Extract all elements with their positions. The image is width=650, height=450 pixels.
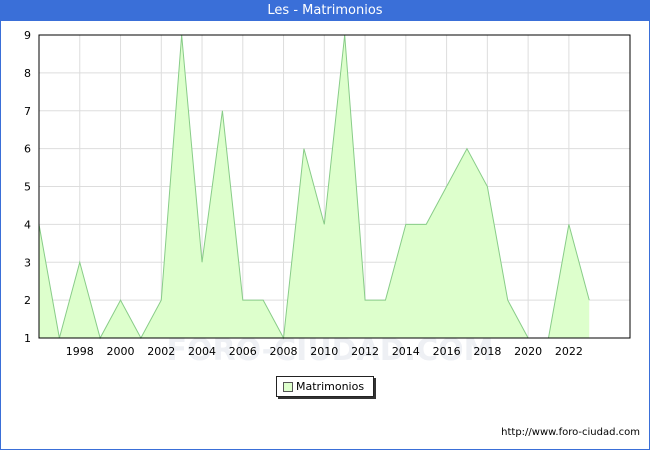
y-tick-label: 5 xyxy=(24,181,31,194)
legend: Matrimonios xyxy=(276,376,374,397)
y-tick-label: 6 xyxy=(24,143,31,156)
x-tick-label: 2000 xyxy=(107,345,135,358)
y-tick-label: 8 xyxy=(24,67,31,80)
x-tick-label: 1998 xyxy=(66,345,94,358)
x-tick-label: 2016 xyxy=(433,345,461,358)
legend-swatch xyxy=(283,382,293,392)
footer-url: http://www.foro-ciudad.com xyxy=(501,427,640,438)
x-tick-label: 2010 xyxy=(310,345,338,358)
y-tick-label: 7 xyxy=(24,105,31,118)
y-tick-label: 9 xyxy=(24,29,31,42)
x-tick-label: 2002 xyxy=(147,345,175,358)
x-tick-label: 2006 xyxy=(229,345,257,358)
x-tick-label: 2004 xyxy=(188,345,216,358)
legend-label: Matrimonios xyxy=(296,380,365,393)
x-tick-label: 2014 xyxy=(392,345,420,358)
x-tick-label: 2020 xyxy=(514,345,542,358)
y-tick-label: 4 xyxy=(24,218,31,231)
y-tick-label: 2 xyxy=(24,294,31,307)
x-tick-label: 2018 xyxy=(473,345,501,358)
x-tick-label: 2008 xyxy=(270,345,298,358)
x-axis-ticks: 1998 2000 2002 2004 2006 2008 2010 2012 2014 2016… xyxy=(66,345,583,358)
y-axis-ticks: 1 2 3 4 5 6 7 8 9 xyxy=(24,29,31,345)
y-tick-label: 1 xyxy=(24,332,31,345)
x-tick-label: 2022 xyxy=(555,345,583,358)
y-tick-label: 3 xyxy=(24,256,31,269)
x-tick-label: 2012 xyxy=(351,345,379,358)
